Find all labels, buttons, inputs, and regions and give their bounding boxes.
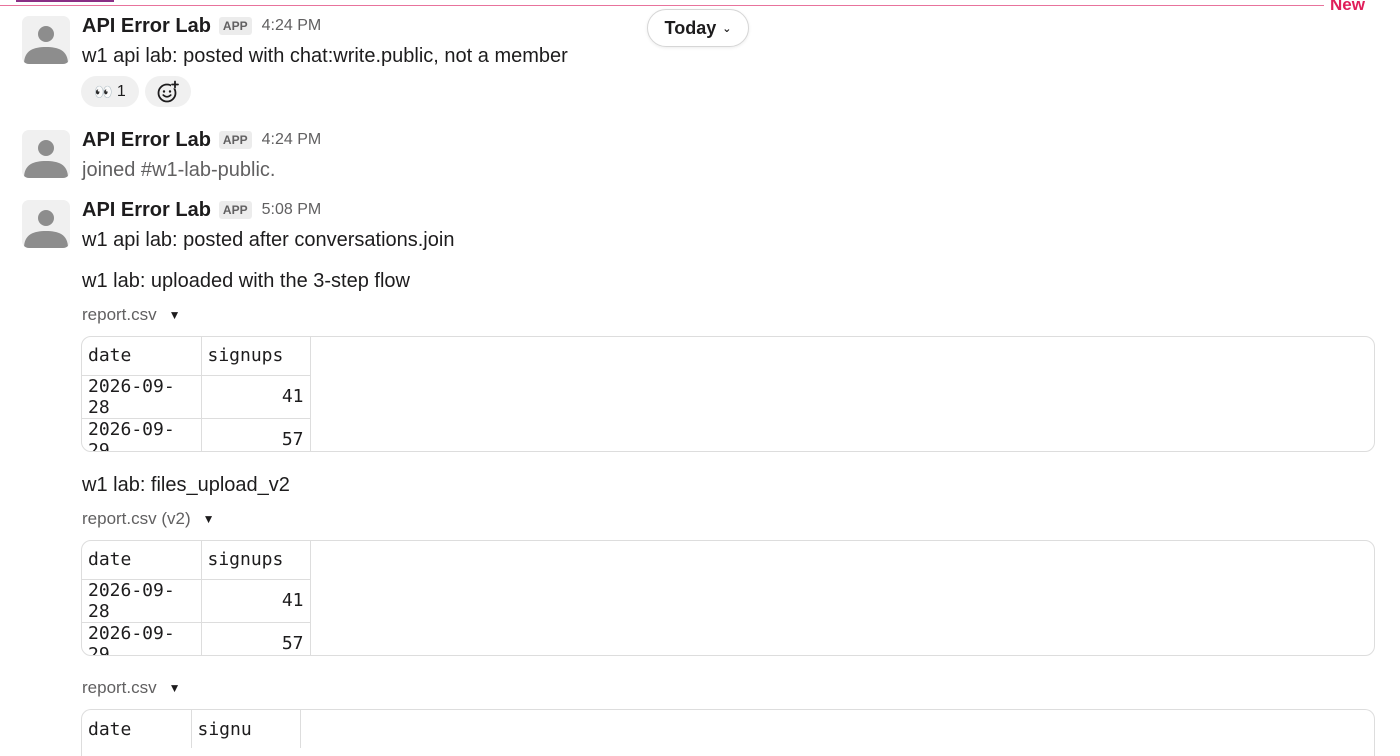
message-text: w1 lab: uploaded with the 3-step flow: [82, 270, 410, 292]
default-avatar-icon: [24, 140, 68, 178]
table-header-row: date signu: [82, 710, 301, 748]
top-accent-bar: [16, 0, 114, 2]
caret-down-icon: ▼: [202, 512, 215, 526]
avatar[interactable]: [22, 16, 70, 64]
file-name-toggle[interactable]: report.csv ▼: [82, 305, 181, 325]
message-header: API Error Lab APP 5:08 PM: [82, 197, 321, 223]
table-header-row: date signups: [82, 541, 311, 580]
file-name: report.csv: [82, 305, 157, 324]
table-cell: 41: [201, 579, 311, 623]
table-cell: 2026-09-29: [82, 622, 202, 655]
table-row: 2026-09-29 57: [82, 622, 311, 655]
table-header-row: date signups: [82, 337, 311, 376]
caret-down-icon: ▼: [168, 308, 181, 322]
avatar[interactable]: [22, 200, 70, 248]
file-name-toggle[interactable]: report.csv (v2) ▼: [82, 509, 215, 529]
message-timestamp[interactable]: 4:24 PM: [262, 131, 322, 149]
table-header-cell: signu: [191, 710, 301, 748]
table-cell: 2026-09-29: [82, 418, 202, 451]
table-cell: 2026-09-28: [82, 579, 202, 623]
table-header-cell: date: [82, 337, 202, 376]
csv-table: date signups 2026-09-28 41 2026-09-29 57: [82, 541, 311, 655]
table-row: 2026-09-28 41: [82, 375, 311, 419]
message-timestamp[interactable]: 5:08 PM: [262, 201, 322, 219]
app-badge: APP: [218, 201, 252, 219]
message-header: API Error Lab APP 4:24 PM: [82, 127, 321, 153]
csv-preview[interactable]: date signups 2026-09-28 41 2026-09-29 57: [81, 336, 1375, 452]
table-cell: 41: [201, 375, 311, 419]
file-name-toggle[interactable]: report.csv ▼: [82, 678, 181, 698]
system-message-text: joined #w1-lab-public.: [82, 159, 276, 181]
table-cell: 57: [201, 622, 311, 655]
table-header-cell: date: [82, 541, 202, 580]
sender-name[interactable]: API Error Lab: [82, 15, 211, 38]
message-text: w1 lab: files_upload_v2: [82, 474, 290, 496]
sender-name[interactable]: API Error Lab: [82, 199, 211, 222]
reaction-count: 1: [116, 82, 126, 100]
message-timestamp[interactable]: 4:24 PM: [262, 17, 322, 35]
new-messages-divider: [0, 5, 1336, 6]
csv-preview[interactable]: date signups 2026-09-28 41 2026-09-29 57: [81, 540, 1375, 656]
avatar[interactable]: [22, 130, 70, 178]
app-badge: APP: [218, 17, 252, 35]
file-name: report.csv: [82, 678, 157, 697]
table-cell: 2026-09-28: [82, 375, 202, 419]
table-header-cell: signups: [201, 337, 311, 376]
eyes-emoji-icon: 👀: [94, 83, 113, 101]
file-name: report.csv (v2): [82, 509, 191, 528]
sender-name[interactable]: API Error Lab: [82, 129, 211, 152]
chevron-down-icon: ⌄: [722, 22, 732, 35]
app-badge: APP: [218, 131, 252, 149]
caret-down-icon: ▼: [168, 681, 181, 695]
table-row: 2026-09-28 41: [82, 579, 311, 623]
table-row: 2026-09-29 57: [82, 418, 311, 451]
table-header-cell: signups: [201, 541, 311, 580]
csv-table: date signups 2026-09-28 41 2026-09-29 57: [82, 337, 311, 451]
default-avatar-icon: [24, 26, 68, 64]
message-header: API Error Lab APP 4:24 PM: [82, 13, 321, 39]
message-text: w1 api lab: posted with chat:write.publi…: [82, 45, 568, 67]
csv-preview[interactable]: date signu: [81, 709, 1375, 756]
table-cell: 57: [201, 418, 311, 451]
add-reaction-button[interactable]: [145, 76, 191, 107]
date-jump-label: Today: [664, 17, 717, 38]
date-jump-button[interactable]: Today ⌄: [647, 9, 749, 47]
new-messages-label: New: [1324, 0, 1365, 15]
csv-table: date signu: [82, 710, 301, 748]
table-header-cell: date: [82, 710, 192, 748]
message-text: w1 api lab: posted after conversations.j…: [82, 229, 455, 251]
add-reaction-icon: [157, 80, 179, 102]
default-avatar-icon: [24, 210, 68, 248]
reaction-eyes-button[interactable]: 👀 1: [81, 76, 139, 107]
